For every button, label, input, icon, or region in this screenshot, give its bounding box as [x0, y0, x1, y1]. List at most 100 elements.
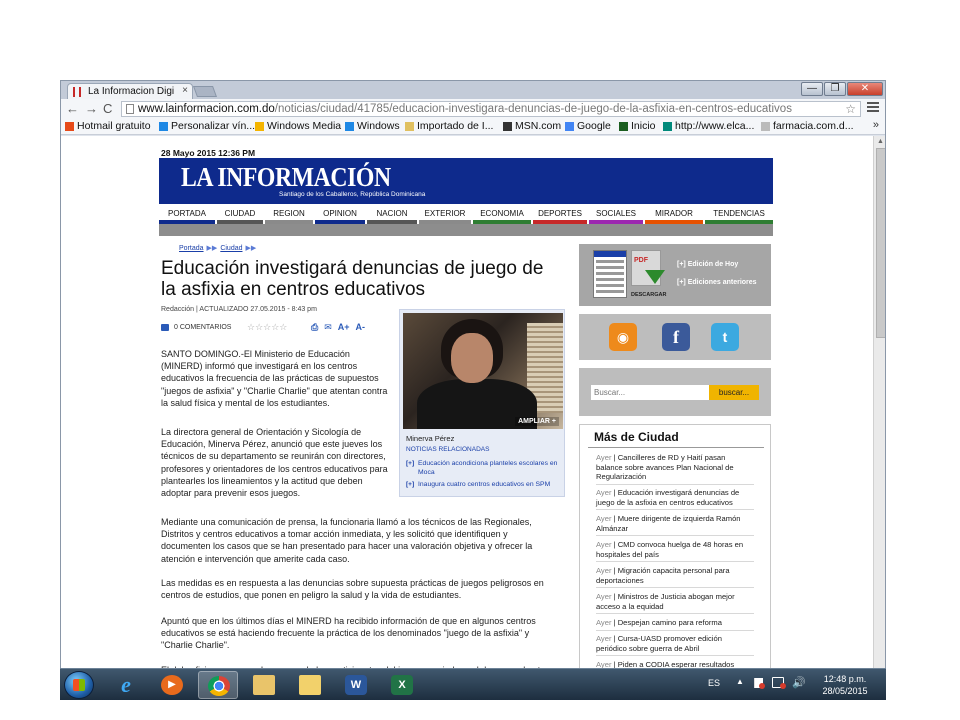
news-list-item[interactable]: Ayer | Cursa-UASD promover edición perió… — [596, 634, 754, 657]
nav-sociales[interactable]: SOCIALES — [589, 208, 643, 224]
bookmark-windows-media[interactable]: Windows Media — [255, 120, 341, 133]
news-title: CMD convoca huelga de 48 horas en hospit… — [596, 540, 744, 559]
bookmark-inicio[interactable]: Inicio — [619, 120, 656, 133]
excel-icon: X — [391, 675, 413, 695]
divider — [588, 447, 764, 448]
breadcrumb-ciudad[interactable]: Ciudad — [220, 245, 242, 252]
font-increase-button[interactable]: A+ — [338, 322, 350, 332]
news-list-item[interactable]: Ayer | Cancilleres de RD y Haití pasan b… — [596, 453, 754, 485]
close-window-button[interactable]: ✕ — [847, 82, 883, 96]
twitter-icon[interactable]: t — [711, 323, 739, 351]
bookmark-hotmail[interactable]: Hotmail gratuito — [65, 120, 151, 133]
news-list-item[interactable]: Ayer | Migración capacita personal para … — [596, 566, 754, 589]
rating-stars[interactable]: ☆☆☆☆☆ — [247, 322, 287, 333]
vertical-scrollbar[interactable]: ▲ — [873, 136, 885, 676]
facebook-icon[interactable]: f — [662, 323, 690, 351]
taskbar-folder[interactable] — [290, 671, 330, 699]
related-news-link[interactable]: [+] Educación acondiciona planteles escol… — [406, 460, 560, 477]
bookmark-google[interactable]: Google — [565, 120, 611, 133]
bookmark-personalizar[interactable]: Personalizar vín... — [159, 120, 255, 133]
article-byline: Redacción | ACTUALIZADO 27.05.2015 - 8:4… — [161, 306, 317, 313]
taskbar-internet-explorer[interactable]: e — [106, 671, 146, 699]
comment-icon[interactable] — [161, 324, 169, 331]
bookmarks-more-icon[interactable]: » — [873, 119, 879, 131]
social-panel: ◉ f t — [579, 314, 771, 360]
file-explorer-icon — [253, 675, 275, 695]
bookmark-farmacia[interactable]: farmacia.com.d... — [761, 120, 854, 133]
breadcrumb-portada[interactable]: Portada — [179, 245, 204, 252]
bookmark-windows[interactable]: Windows — [345, 120, 400, 133]
bookmark-importado[interactable]: Importado de I... — [405, 120, 493, 133]
email-icon[interactable]: ✉ — [324, 322, 332, 332]
site-logo[interactable]: LA INFORMACIÓN — [181, 162, 391, 193]
bookmark-star-icon[interactable]: ☆ — [845, 102, 856, 116]
nav-opinion[interactable]: OPINION — [315, 208, 365, 224]
start-button[interactable] — [64, 671, 94, 699]
news-list-item[interactable]: Ayer | Despejan camino para reforma — [596, 618, 754, 631]
comments-count[interactable]: 0 COMENTARIOS — [174, 324, 231, 331]
taskbar-word[interactable]: W — [336, 671, 376, 699]
clock[interactable]: 12:48 p.m. 28/05/2015 — [812, 673, 878, 697]
site-logo-subtitle: Santiago de los Caballeros, República Do… — [279, 191, 426, 198]
maximize-button[interactable]: ❐ — [824, 82, 846, 96]
page-icon — [761, 122, 770, 131]
nav-tendencias[interactable]: TENDENCIAS — [705, 208, 773, 224]
enlarge-photo-button[interactable]: AMPLIAR + — [515, 417, 559, 426]
browser-menu-icon[interactable] — [867, 102, 879, 114]
download-arrow-icon[interactable] — [645, 270, 665, 284]
scrollbar-thumb[interactable] — [876, 148, 885, 338]
bookmark-elca[interactable]: http://www.elca... — [663, 120, 754, 133]
forward-arrow-icon[interactable]: → — [85, 101, 98, 117]
bookmark-msn[interactable]: MSN.com — [503, 120, 561, 133]
nav-exterior[interactable]: EXTERIOR — [419, 208, 471, 224]
taskbar-excel[interactable]: X — [382, 671, 422, 699]
previous-editions-link[interactable]: [+] Ediciones anteriores — [677, 279, 757, 286]
news-title: Cursa-UASD promover edición periódico so… — [596, 634, 722, 653]
article-paragraph: La directora general de Orientación y Si… — [161, 427, 388, 499]
newspaper-thumbnail[interactable] — [593, 250, 627, 298]
taskbar-media-player[interactable]: ▶ — [152, 671, 192, 699]
nav-portada[interactable]: PORTADA — [159, 208, 215, 224]
today-edition-link[interactable]: [+] Edición de Hoy — [677, 261, 738, 268]
volume-icon[interactable]: 🔊 — [792, 676, 806, 689]
related-news-link[interactable]: [+] Inaugura cuatro centros educativos en… — [406, 481, 560, 490]
scroll-up-icon[interactable]: ▲ — [877, 138, 884, 145]
news-title: Muere dirigente de izquierda Ramón Almán… — [596, 514, 741, 533]
address-bar[interactable]: www.lainformacion.com.do/noticias/ciudad… — [121, 101, 861, 117]
bookmark-label: Google — [577, 120, 611, 132]
font-decrease-button[interactable]: A- — [356, 322, 366, 332]
photo-box: AMPLIAR + Minerva Pérez NOTICIAS RELACIO… — [399, 309, 565, 497]
minimize-button[interactable]: — — [801, 82, 823, 96]
print-icon[interactable]: ⎙ — [311, 322, 318, 332]
new-tab-button[interactable] — [192, 86, 218, 97]
nav-region[interactable]: REGION — [265, 208, 313, 224]
news-list-item[interactable]: Ayer | Educación investigará denuncias d… — [596, 488, 754, 511]
main-navigation: PORTADA CIUDAD REGION OPINION NACION EXT… — [159, 208, 773, 224]
article-photo[interactable]: AMPLIAR + — [403, 313, 563, 429]
tab-close-icon[interactable]: × — [182, 85, 188, 96]
breadcrumb-arrow-icon: ▶▶ — [245, 245, 257, 252]
nav-deportes[interactable]: DEPORTES — [533, 208, 587, 224]
nav-nacion[interactable]: NACION — [367, 208, 417, 224]
rss-icon[interactable]: ◉ — [609, 323, 637, 351]
nav-economia[interactable]: ECONOMIA — [473, 208, 531, 224]
print-edition-panel: PDF DESCARGAR [+] Edición de Hoy [+] Edi… — [579, 244, 771, 306]
nav-ciudad[interactable]: CIUDAD — [217, 208, 263, 224]
taskbar-chrome[interactable] — [198, 671, 238, 699]
news-time: Ayer — [596, 453, 612, 462]
news-list-item[interactable]: Ayer | Muere dirigente de izquierda Ramó… — [596, 514, 754, 537]
back-arrow-icon[interactable]: ← — [66, 101, 79, 117]
language-indicator[interactable]: ES — [708, 678, 720, 688]
title-bar: La Informacion Digi × — ❐ ✕ — [61, 81, 885, 99]
more-city-title: Más de Ciudad — [594, 430, 679, 444]
reload-icon[interactable]: C — [103, 101, 112, 117]
news-list-item[interactable]: Ayer | Ministros de Justicia abogan mejo… — [596, 592, 754, 615]
download-label[interactable]: DESCARGAR — [631, 292, 666, 298]
search-button[interactable]: buscar... — [709, 385, 759, 400]
show-hidden-icons[interactable]: ▲ — [736, 677, 744, 686]
taskbar-file-explorer[interactable] — [244, 671, 284, 699]
news-list-item[interactable]: Ayer | CMD convoca huelga de 48 horas en… — [596, 540, 754, 563]
browser-tab[interactable]: La Informacion Digi × — [67, 83, 193, 99]
nav-mirador[interactable]: MIRADOR — [645, 208, 703, 224]
search-input[interactable] — [591, 385, 709, 400]
